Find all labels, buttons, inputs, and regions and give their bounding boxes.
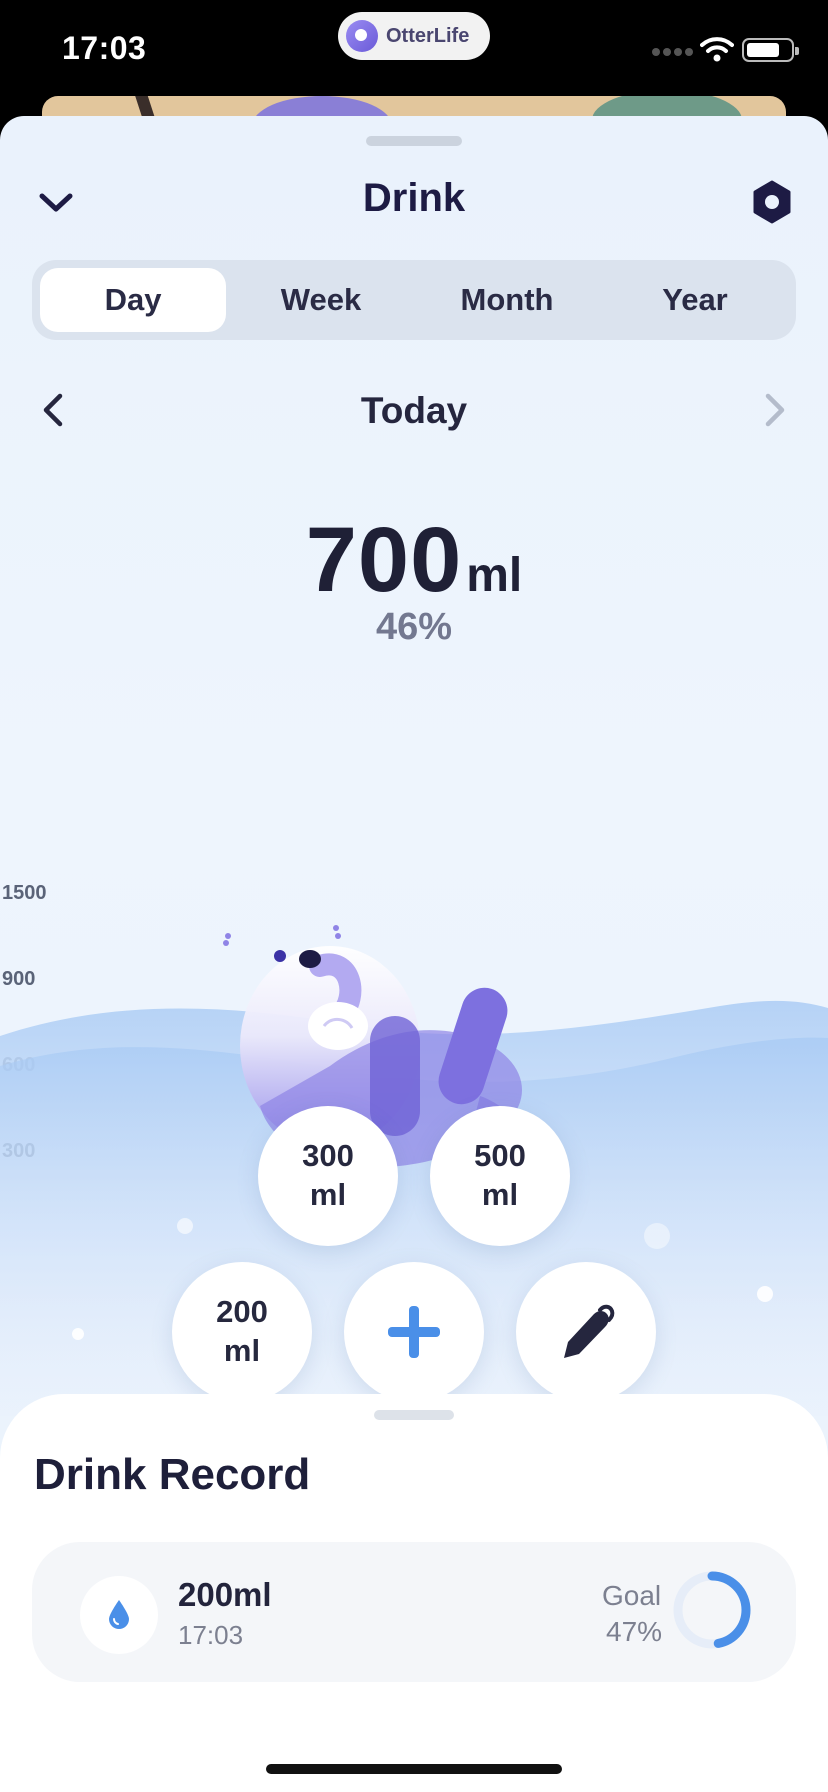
edit-button[interactable] [516,1262,656,1402]
record-amount: 200ml [178,1576,272,1613]
intake-percent: 46% [375,606,453,648]
home-indicator[interactable] [266,1764,562,1774]
record-title: Drink Record [34,1450,311,1499]
intake-unit: ml [466,549,523,602]
sheet-grabber[interactable] [366,136,462,146]
button-unit: ml [481,1177,519,1212]
plus-icon [388,1306,440,1358]
status-bar: 17:03 OtterLife [0,0,828,100]
record-entry[interactable]: 200ml 17:03 Goal 47% [32,1542,796,1682]
add-300ml-button[interactable]: 300 ml [258,1106,398,1246]
button-amount: 300 [302,1138,354,1174]
button-amount: 500 [474,1138,526,1174]
button-amount: 200 [216,1294,268,1330]
add-custom-button[interactable] [344,1262,484,1402]
y-axis-label: 900 [2,968,36,990]
goal-progress-ring [673,1571,751,1649]
tab-day[interactable]: Day [40,268,226,332]
wifi-icon [700,37,734,62]
record-panel-grabber[interactable] [374,1410,454,1420]
otterlife-logo-icon [346,20,378,52]
cellular-signal-icon [652,48,693,56]
period-segmented-control: Day Week Month Year [32,260,796,340]
y-axis-label: 1500 [2,882,47,904]
status-time: 17:03 [62,30,147,66]
intake-amount: 700ml [0,508,828,613]
drop-icon-wrap [80,1576,158,1654]
app-indicator-pill: OtterLife [338,12,490,60]
tab-month[interactable]: Month [414,268,600,332]
tab-week[interactable]: Week [228,268,414,332]
intake-value: 700 [305,509,463,611]
date-label: Today [360,390,468,431]
button-unit: ml [223,1333,261,1368]
battery-icon [742,38,799,62]
drink-record-panel: Drink Record 200ml 17:03 Goal 47% [0,1394,828,1792]
pen-icon [564,1304,615,1358]
record-time: 17:03 [178,1620,244,1650]
record-goal-percent: 47% [606,1616,663,1647]
button-unit: ml [309,1177,347,1212]
page-title: Drink [362,176,466,220]
add-500ml-button[interactable]: 500 ml [430,1106,570,1246]
record-goal-label: Goal [602,1580,662,1611]
add-200ml-button[interactable]: 200 ml [172,1262,312,1402]
water-drop-icon [109,1600,129,1629]
chevron-right-icon[interactable] [756,390,792,430]
tab-year[interactable]: Year [602,268,788,332]
app-name: OtterLife [386,24,470,47]
hexagon-settings-icon[interactable] [748,178,796,226]
